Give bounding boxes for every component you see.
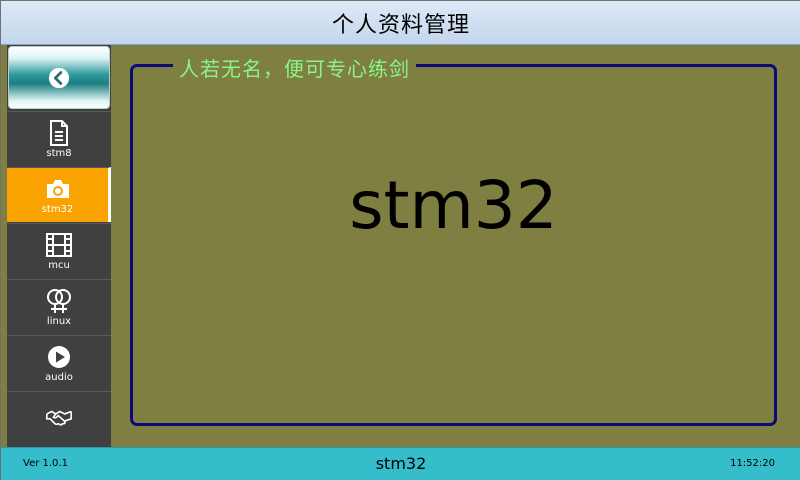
sidebar-item-stm8[interactable]: stm8 bbox=[7, 111, 111, 166]
film-icon bbox=[46, 232, 72, 258]
sidebar-item-label: stm32 bbox=[41, 203, 74, 215]
back-button[interactable] bbox=[8, 46, 110, 109]
venus-double-icon bbox=[46, 288, 72, 314]
document-icon bbox=[46, 119, 72, 146]
clock-label: 11:52:20 bbox=[730, 458, 775, 469]
sidebar-item-stm32[interactable]: stm32 bbox=[7, 167, 111, 222]
sidebar-item-label: audio bbox=[45, 371, 73, 383]
chevron-left-circle-icon bbox=[48, 67, 70, 88]
sidebar-item-label: linux bbox=[46, 315, 72, 327]
sidebar-item-label: mcu bbox=[48, 259, 70, 271]
sidebar-item-mcu[interactable]: mcu bbox=[7, 223, 111, 278]
group-box: 人若无名，便可专心练剑 stm32 bbox=[130, 53, 777, 426]
window-title: 个人资料管理 bbox=[331, 12, 470, 38]
handshake-icon bbox=[46, 405, 72, 431]
sidebar: stm8 stm32 mcu linux audio bbox=[7, 45, 111, 447]
title-bar: 个人资料管理 bbox=[1, 1, 800, 45]
main-content: 人若无名，便可专心练剑 stm32 bbox=[113, 45, 800, 447]
camera-icon bbox=[45, 176, 71, 202]
play-icon bbox=[46, 344, 72, 370]
sidebar-item-label: stm8 bbox=[46, 147, 72, 159]
content-label: stm32 bbox=[349, 167, 558, 244]
status-center-label: stm32 bbox=[375, 454, 427, 473]
status-bar: Ver 1.0.1 stm32 11:52:20 bbox=[1, 447, 800, 480]
sidebar-item-audio[interactable]: audio bbox=[7, 335, 111, 390]
sidebar-item-linux[interactable]: linux bbox=[7, 279, 111, 334]
sidebar-item-handshake[interactable] bbox=[7, 391, 111, 446]
group-box-title: 人若无名，便可专心练剑 bbox=[173, 53, 416, 82]
app-window: 个人资料管理 stm8 stm32 mcu linux audio 人若无名，便… bbox=[0, 0, 800, 480]
